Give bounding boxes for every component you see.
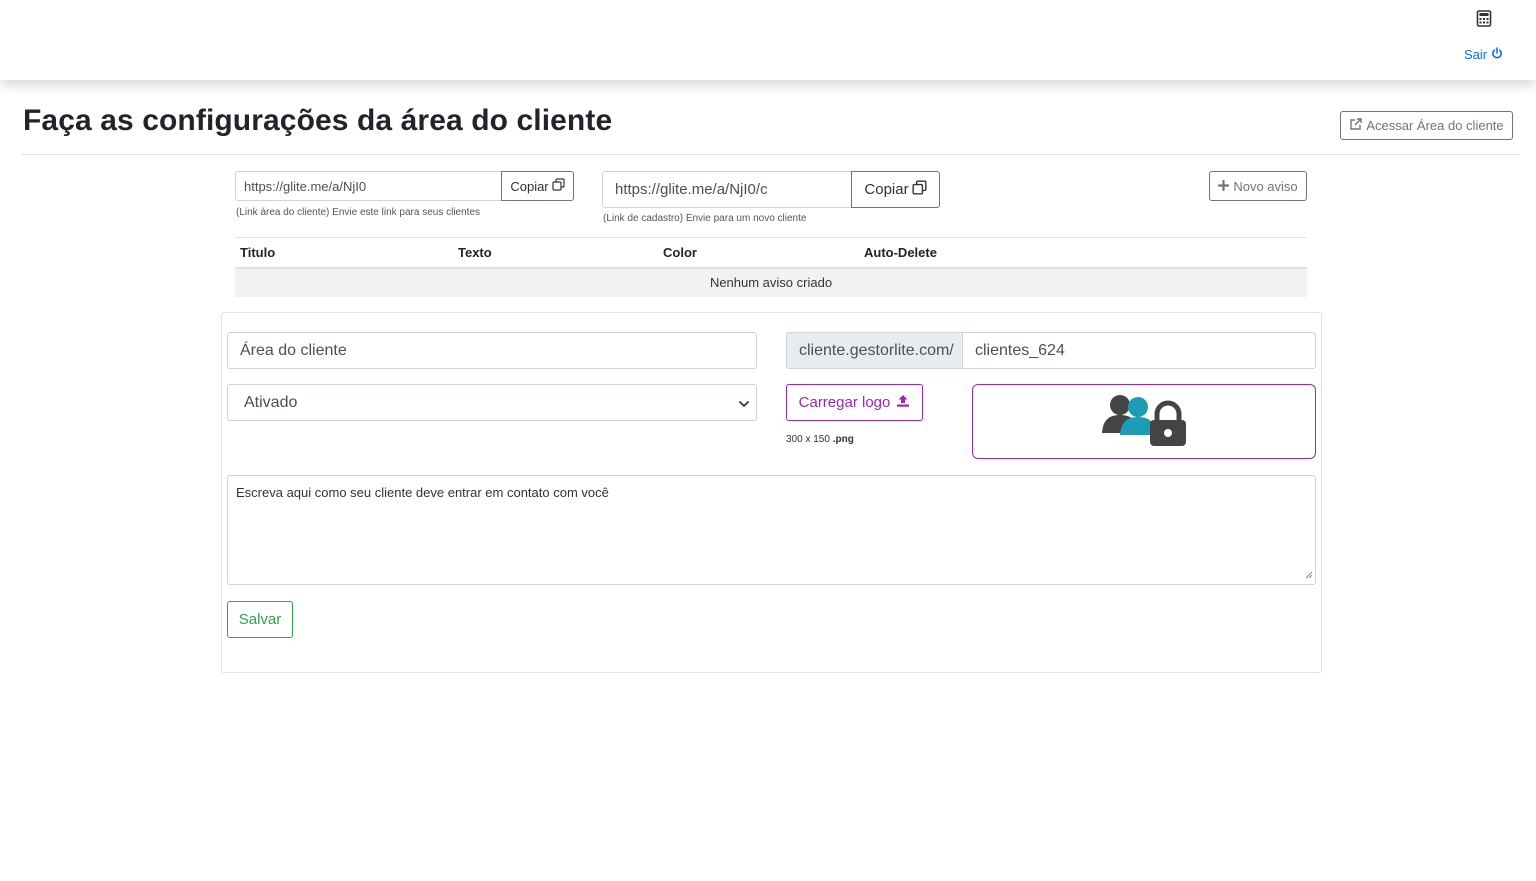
status-selected-value: Ativado	[244, 393, 298, 411]
table-header-row: Titulo Texto Color Auto-Delete	[235, 237, 1307, 269]
page-title: Faça as configurações da área do cliente	[23, 104, 613, 137]
logo-format-text: .png	[832, 434, 854, 445]
header-divider	[22, 154, 1520, 155]
status-select[interactable]: Ativado	[227, 384, 757, 421]
signup-link-group: https://glite.me/a/NjI0/c Copiar	[602, 171, 940, 208]
copy-client-area-link-button[interactable]: Copiar	[501, 171, 574, 201]
notices-table: Titulo Texto Color Auto-Delete Nenhum av…	[235, 237, 1307, 297]
access-button-label: Acessar Área do cliente	[1366, 118, 1504, 133]
logout-link[interactable]: Sair	[1464, 47, 1503, 62]
copy-icon	[552, 178, 565, 194]
upload-icon	[896, 394, 910, 411]
subdomain-input[interactable]: clientes_624	[962, 332, 1316, 369]
new-notice-button[interactable]: Novo aviso	[1209, 171, 1307, 201]
client-area-link-input[interactable]: https://glite.me/a/NjI0	[235, 171, 501, 201]
logout-label: Sair	[1464, 47, 1488, 62]
client-area-link-group: https://glite.me/a/NjI0 Copiar	[235, 171, 574, 201]
column-header-title: Titulo	[235, 237, 453, 269]
top-navbar: Sair	[0, 0, 1536, 80]
logo-size-text: 300 x 150	[786, 434, 830, 445]
table-row: Nenhum aviso criado	[235, 267, 1307, 297]
area-name-input[interactable]: Área do cliente	[227, 332, 757, 369]
copy-icon	[912, 180, 927, 199]
logo-preview	[972, 384, 1316, 459]
empty-notices-message: Nenhum aviso criado	[235, 267, 1307, 297]
copy-label: Copiar	[510, 178, 549, 194]
resize-grip-icon[interactable]	[1304, 567, 1313, 582]
signup-link-help: (Link de cadastro) Envie para um novo cl…	[603, 213, 807, 224]
power-icon	[1491, 47, 1503, 62]
save-button[interactable]: Salvar	[227, 601, 293, 638]
chevron-down-icon	[738, 397, 750, 415]
contact-instructions-textarea[interactable]: Escreva aqui como seu cliente deve entra…	[227, 475, 1316, 585]
contact-instructions-text: Escreva aqui como seu cliente deve entra…	[236, 485, 609, 500]
users-lock-icon	[1098, 391, 1190, 452]
column-header-text: Texto	[453, 237, 658, 269]
column-header-color: Color	[658, 237, 859, 269]
access-client-area-button[interactable]: Acessar Área do cliente	[1340, 111, 1513, 140]
external-link-icon	[1349, 117, 1363, 134]
signup-link-input[interactable]: https://glite.me/a/NjI0/c	[602, 171, 851, 208]
copy-signup-link-button[interactable]: Copiar	[851, 171, 940, 208]
copy-label: Copiar	[864, 181, 909, 198]
domain-prefix: cliente.gestorlite.com/	[786, 332, 963, 369]
column-header-auto-delete: Auto-Delete	[859, 237, 1307, 269]
plus-icon	[1218, 179, 1230, 194]
upload-logo-label: Carregar logo	[798, 394, 891, 411]
upload-logo-button[interactable]: Carregar logo	[786, 384, 923, 421]
calculator-icon[interactable]	[1476, 10, 1492, 27]
logo-size-hint: 300 x 150 .png	[786, 434, 854, 445]
new-notice-label: Novo aviso	[1233, 178, 1298, 194]
client-area-link-help: (Link área do cliente) Envie este link p…	[236, 207, 481, 218]
